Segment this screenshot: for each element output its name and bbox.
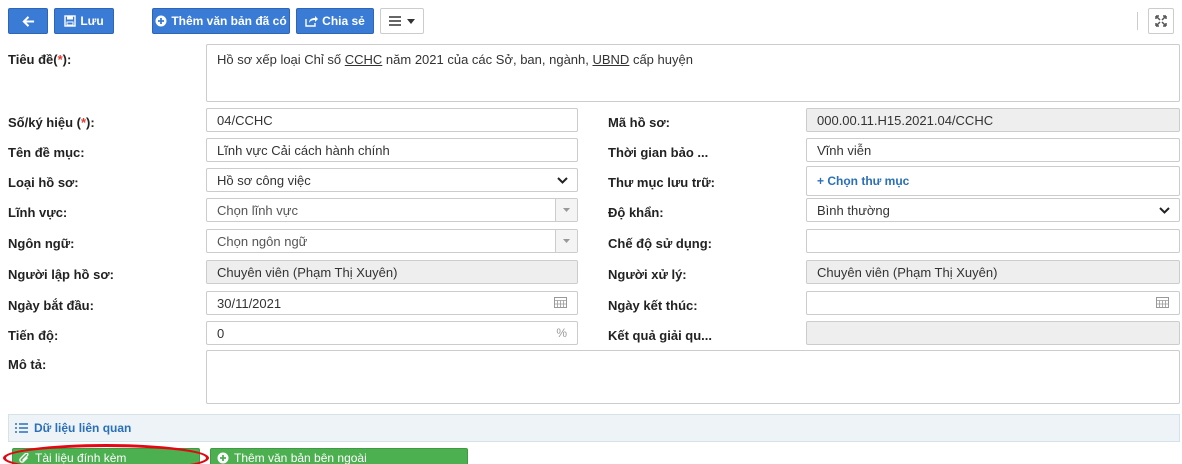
file-type-label: Loại hồ sơ: bbox=[8, 175, 79, 190]
back-button[interactable] bbox=[8, 8, 48, 34]
calendar-icon[interactable] bbox=[1156, 296, 1169, 311]
retention-label: Thời gian bảo ... bbox=[608, 145, 709, 160]
end-date-label: Ngày kết thúc: bbox=[608, 298, 698, 313]
language-label: Ngôn ngữ: bbox=[8, 236, 75, 251]
usage-mode-input[interactable] bbox=[806, 229, 1180, 253]
start-date-input[interactable]: 30/11/2021 bbox=[206, 291, 578, 315]
handler-field: Chuyên viên (Phạm Thị Xuyên) bbox=[806, 260, 1180, 284]
description-textarea[interactable] bbox=[206, 350, 1180, 404]
heading-name-input[interactable]: Lĩnh vực Cải cách hành chính bbox=[206, 138, 578, 162]
calendar-icon[interactable] bbox=[554, 296, 567, 311]
save-button[interactable]: Lưu bbox=[54, 8, 114, 34]
related-data-panel[interactable]: Dữ liệu liên quan bbox=[8, 414, 1180, 442]
choose-folder-link[interactable]: + Chọn thư mục bbox=[817, 174, 909, 188]
paperclip-icon bbox=[19, 452, 29, 463]
attachments-button[interactable]: Tài liệu đính kèm bbox=[12, 448, 200, 464]
heading-name-label: Tên đề mục: bbox=[8, 145, 85, 160]
progress-label: Tiến độ: bbox=[8, 328, 59, 343]
more-menu-button[interactable] bbox=[380, 8, 424, 34]
add-existing-label: Thêm văn bản đã có bbox=[171, 14, 287, 28]
plus-circle-icon bbox=[217, 452, 229, 464]
attachments-label: Tài liệu đính kèm bbox=[35, 451, 127, 464]
menu-lines-icon bbox=[389, 16, 401, 26]
urgency-select[interactable]: Bình thường bbox=[806, 198, 1180, 222]
title-textarea[interactable]: Hồ sơ xếp loại Chỉ số CCHC năm 2021 của … bbox=[206, 44, 1180, 102]
caret-down-icon bbox=[407, 18, 415, 24]
share-label: Chia sẻ bbox=[322, 14, 365, 28]
related-data-label: Dữ liệu liên quan bbox=[34, 421, 132, 435]
toolbar-divider bbox=[1137, 12, 1138, 30]
start-date-label: Ngày bắt đầu: bbox=[8, 298, 94, 313]
end-date-input[interactable] bbox=[806, 291, 1180, 315]
field-select[interactable]: Chọn lĩnh vực bbox=[206, 198, 578, 222]
add-existing-document-button[interactable]: Thêm văn bản đã có bbox=[152, 8, 290, 34]
caret-down-icon bbox=[555, 199, 577, 221]
result-field bbox=[806, 321, 1180, 345]
handler-label: Người xử lý: bbox=[608, 267, 687, 282]
symbol-label: Số/ký hiệu (*): bbox=[8, 115, 95, 130]
percent-suffix: % bbox=[556, 326, 567, 340]
share-icon bbox=[305, 16, 319, 27]
floppy-disk-icon bbox=[64, 15, 77, 27]
save-label: Lưu bbox=[80, 14, 104, 28]
retention-input[interactable]: Vĩnh viễn bbox=[806, 138, 1180, 162]
expand-icon bbox=[1155, 15, 1167, 27]
file-code-label: Mã hồ sơ: bbox=[608, 115, 670, 130]
language-select[interactable]: Chọn ngôn ngữ bbox=[206, 229, 578, 253]
title-label: Tiêu đề(*): bbox=[8, 52, 72, 67]
chevron-down-icon bbox=[547, 169, 577, 191]
chevron-down-icon bbox=[1149, 199, 1179, 221]
add-external-document-button[interactable]: Thêm văn bản bên ngoài bbox=[210, 448, 468, 464]
description-label: Mô tả: bbox=[8, 357, 47, 372]
field-label: Lĩnh vực: bbox=[8, 205, 68, 220]
file-code-field: 000.00.11.H15.2021.04/CCHC bbox=[806, 108, 1180, 132]
storage-folder-label: Thư mục lưu trữ: bbox=[608, 175, 715, 190]
storage-folder-field: + Chọn thư mục bbox=[806, 166, 1180, 196]
plus-circle-icon bbox=[155, 15, 167, 27]
usage-mode-label: Chế độ sử dụng: bbox=[608, 236, 713, 251]
toolbar: Lưu Thêm văn bản đã có Chia sẻ bbox=[8, 8, 1174, 36]
share-button[interactable]: Chia sẻ bbox=[296, 8, 374, 34]
file-type-select[interactable]: Hồ sơ công việc bbox=[206, 168, 578, 192]
arrow-left-icon bbox=[21, 15, 34, 27]
creator-label: Người lập hồ sơ: bbox=[8, 267, 114, 282]
list-icon bbox=[15, 423, 28, 433]
urgency-label: Độ khẩn: bbox=[608, 205, 664, 220]
caret-down-icon bbox=[555, 230, 577, 252]
progress-input[interactable]: 0% bbox=[206, 321, 578, 345]
result-label: Kết quả giải qu... bbox=[608, 328, 713, 343]
creator-field: Chuyên viên (Phạm Thị Xuyên) bbox=[206, 260, 578, 284]
add-external-label: Thêm văn bản bên ngoài bbox=[234, 451, 367, 464]
symbol-input[interactable]: 04/CCHC bbox=[206, 108, 578, 132]
fullscreen-button[interactable] bbox=[1148, 8, 1174, 34]
